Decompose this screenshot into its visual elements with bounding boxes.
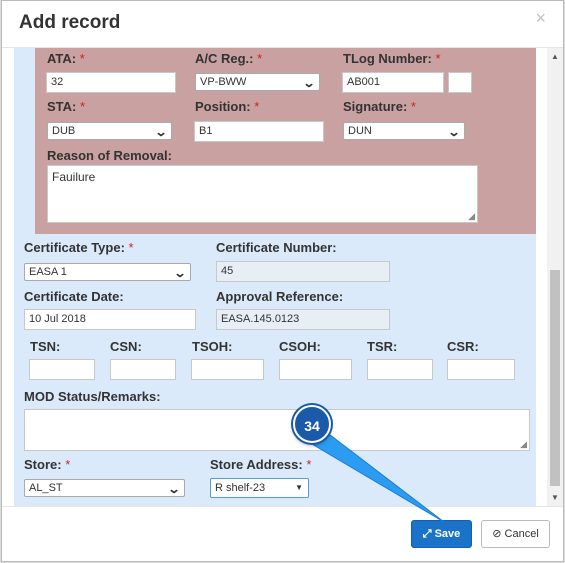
step-callout: 34 bbox=[293, 405, 331, 443]
annotation-pointer bbox=[298, 430, 445, 523]
pointer-arrow bbox=[298, 430, 445, 523]
